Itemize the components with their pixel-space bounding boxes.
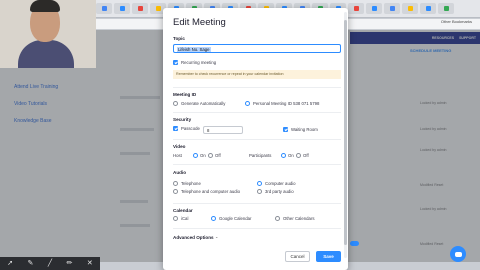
waiting-room-checkbox[interactable] — [283, 127, 288, 132]
audio-third-party-label: 3rd party audio — [265, 189, 294, 194]
favicon-icon — [407, 6, 413, 11]
line-icon[interactable]: ╱ — [48, 260, 52, 267]
favicon-icon — [137, 6, 143, 11]
calendar-other-radio[interactable] — [275, 216, 280, 221]
divider — [173, 112, 341, 113]
host-video-off-radio[interactable] — [208, 153, 213, 158]
calendar-google-radio[interactable] — [211, 216, 216, 221]
meeting-id-personal-label: Personal Meeting ID 538 071 5798 — [253, 101, 320, 106]
annotation-toolbar: ➚ ✎ ╱ ✏ ✕ — [0, 257, 100, 270]
other-bookmarks-link[interactable]: Other Bookmarks — [441, 19, 472, 24]
chat-button[interactable] — [450, 246, 466, 262]
modal-scrollbar[interactable] — [344, 12, 347, 258]
divider — [173, 139, 341, 140]
webcam-video — [0, 0, 96, 68]
chat-icon — [454, 251, 462, 257]
edit-meeting-dialog: Edit Meeting Topic Lifeish No. Sage Recu… — [163, 8, 348, 270]
participants-label: Participants — [249, 153, 272, 158]
recurring-checkbox[interactable] — [173, 60, 178, 65]
divider — [173, 203, 341, 204]
host-video-on-radio[interactable] — [193, 153, 198, 158]
participants-off-label: Off — [303, 153, 309, 158]
favicon-icon — [371, 6, 377, 11]
participants-video-on-radio[interactable] — [281, 153, 286, 158]
audio-telephone-label: Telephone — [181, 181, 201, 186]
scrollbar-thumb[interactable] — [344, 20, 347, 245]
browser-tab[interactable] — [96, 3, 112, 14]
pencil-icon[interactable]: ✏ — [67, 260, 73, 267]
meeting-id-generate-radio[interactable] — [173, 101, 178, 106]
setting-toggle[interactable] — [350, 241, 359, 246]
participants-on-label: On — [288, 153, 294, 158]
divider — [173, 164, 341, 165]
close-icon[interactable]: ✕ — [87, 260, 93, 267]
browser-tab[interactable] — [132, 3, 148, 14]
recurring-note: Remember to check recurrence or repeat i… — [173, 70, 341, 79]
passcode-checkbox[interactable] — [173, 126, 178, 131]
advanced-options-toggle[interactable]: Advanced Options — [173, 235, 214, 240]
favicon-icon — [119, 6, 125, 11]
modal-title: Edit Meeting — [173, 17, 226, 28]
meeting-id-generate-label: Generate Automatically — [181, 101, 226, 106]
calendar-google-label: Google Calendar — [219, 216, 252, 221]
chevron-down-icon[interactable]: ⌄ — [215, 234, 218, 239]
host-on-label: On — [200, 153, 206, 158]
audio-both-radio[interactable] — [173, 189, 178, 194]
divider — [173, 228, 341, 229]
presenter-shirt — [18, 40, 74, 68]
participants-video-off-radio[interactable] — [296, 153, 301, 158]
browser-tab[interactable] — [384, 3, 400, 14]
audio-computer-radio[interactable] — [257, 181, 262, 186]
security-label: Security — [173, 117, 192, 122]
audio-computer-label: Computer audio — [265, 181, 296, 186]
video-label: Video — [173, 144, 186, 149]
calendar-other-label: Other Calendars — [283, 216, 315, 221]
calendar-label: Calendar — [173, 208, 193, 213]
presenter-hair — [30, 0, 60, 12]
cancel-button[interactable]: Cancel — [285, 251, 310, 262]
favicon-icon — [101, 6, 107, 11]
favicon-icon — [155, 6, 161, 11]
topic-label: Topic — [173, 36, 185, 41]
modal-footer: Cancel Save — [163, 248, 348, 270]
host-label: Host — [173, 153, 182, 158]
browser-tab[interactable] — [438, 3, 454, 14]
browser-tab[interactable] — [366, 3, 382, 14]
pen-icon[interactable]: ✎ — [28, 260, 34, 267]
calendar-ical-label: iCal — [181, 216, 189, 221]
divider — [173, 87, 341, 88]
waiting-room-label: Waiting Room — [291, 127, 318, 132]
browser-tab[interactable] — [114, 3, 130, 14]
favicon-icon — [353, 6, 359, 11]
host-off-label: Off — [215, 153, 221, 158]
favicon-icon — [389, 6, 395, 11]
topic-input[interactable]: Lifeish No. Sage — [173, 44, 341, 53]
favicon-icon — [443, 6, 449, 11]
recurring-label: Recurring meeting — [181, 60, 217, 65]
save-button[interactable]: Save — [316, 251, 341, 262]
browser-tab[interactable] — [420, 3, 436, 14]
meeting-id-label: Meeting ID — [173, 92, 197, 97]
browser-tab[interactable] — [348, 3, 364, 14]
calendar-ical-radio[interactable] — [173, 216, 178, 221]
audio-telephone-radio[interactable] — [173, 181, 178, 186]
topic-value: Lifeish No. Sage — [177, 46, 211, 52]
favicon-icon — [425, 6, 431, 11]
audio-both-label: Telephone and computer audio — [181, 189, 241, 194]
cursor-icon[interactable]: ➚ — [7, 260, 13, 267]
meeting-id-personal-radio[interactable] — [245, 101, 250, 106]
passcode-label: Passcode — [181, 126, 200, 131]
audio-third-party-radio[interactable] — [257, 189, 262, 194]
browser-tab[interactable] — [402, 3, 418, 14]
audio-label: Audio — [173, 170, 187, 175]
passcode-input[interactable]: 8 — [203, 126, 243, 134]
